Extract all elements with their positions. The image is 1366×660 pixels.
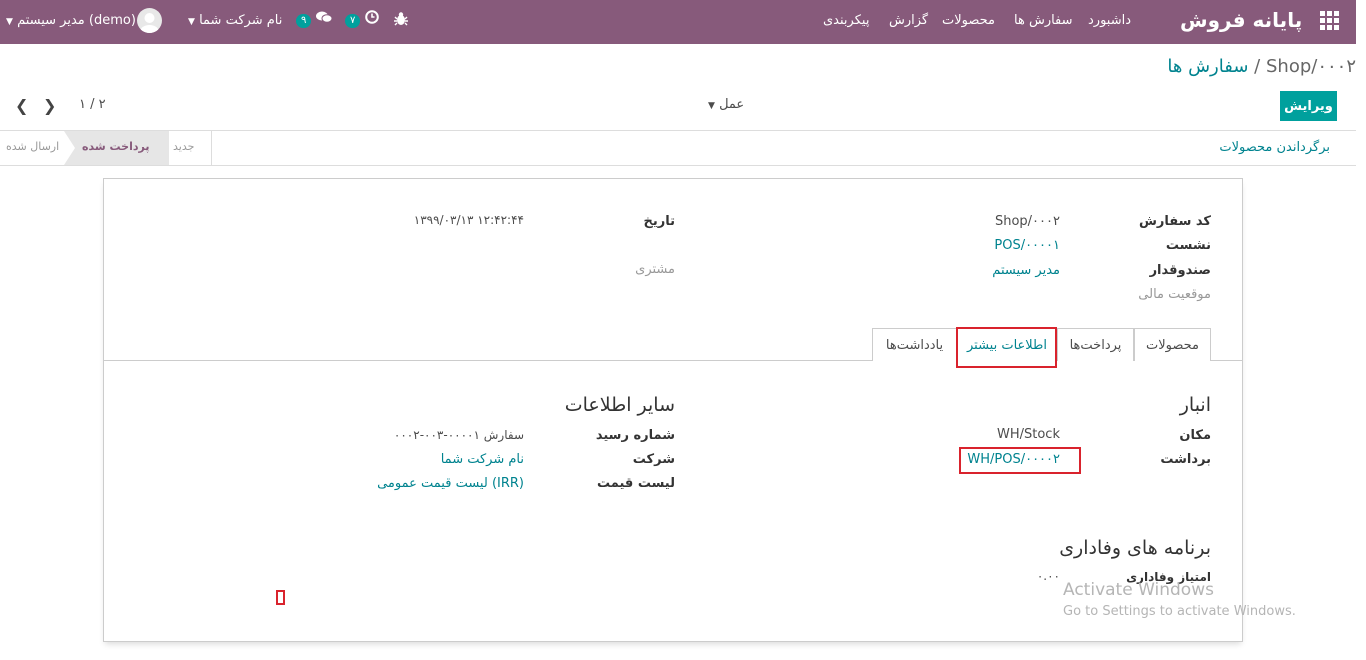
- action-label: عمل: [719, 97, 745, 112]
- breadcrumb-current: Shop/۰۰۰۲: [1265, 56, 1356, 77]
- caret-down-icon: ▼: [188, 17, 195, 27]
- action-dropdown[interactable]: ▼ عمل: [708, 97, 744, 112]
- cashier-link[interactable]: مدیر سیستم: [992, 263, 1060, 278]
- statusbar-divider: [211, 131, 212, 165]
- caret-down-icon: ▼: [6, 17, 13, 27]
- stage-paid: پرداخت شده: [64, 131, 169, 165]
- breadcrumb-orders-link[interactable]: سفارش ها: [1167, 56, 1248, 77]
- user-name: مدیر سیستم (demo): [17, 13, 136, 28]
- loyalty-points-value: ۰.۰۰: [1036, 569, 1060, 583]
- activate-windows-title: Activate Windows: [1063, 580, 1214, 600]
- small-highlight-box: [276, 590, 285, 605]
- clock-icon: [364, 10, 379, 28]
- activate-windows-subtitle: Go to Settings to activate Windows.: [1063, 604, 1296, 619]
- edit-button[interactable]: ویرایش: [1280, 91, 1337, 121]
- pager-next-icon[interactable]: ❯: [43, 96, 56, 115]
- session-label: نشست: [1165, 238, 1211, 253]
- company-name: نام شرکت شما: [199, 13, 283, 28]
- form-sheet: کد سفارش Shop/۰۰۰۲ نشست POS/۰۰۰۰۱ صندوقد…: [103, 178, 1243, 642]
- app-brand[interactable]: پایانه فروش: [1180, 8, 1302, 32]
- tab-products[interactable]: محصولات: [1134, 328, 1211, 361]
- menu-configuration[interactable]: پیکربندی: [823, 13, 869, 28]
- customer-label: مشتری: [635, 262, 675, 277]
- user-avatar[interactable]: [137, 8, 162, 33]
- chat-bubbles-icon: [315, 10, 333, 28]
- debug-bug-icon[interactable]: [394, 11, 408, 35]
- session-link[interactable]: POS/۰۰۰۰۱: [994, 238, 1060, 253]
- caret-down-icon: ▼: [708, 101, 715, 111]
- top-navbar: پایانه فروش داشبورد سفارش ها محصولات گزا…: [0, 0, 1356, 44]
- activity-count-badge: ۷: [345, 13, 361, 28]
- cashier-label: صندوقدار: [1149, 263, 1211, 278]
- pager-value[interactable]: ۱ / ۲: [79, 97, 106, 112]
- stage-paid-label: پرداخت شده: [82, 140, 150, 153]
- apps-grid-icon[interactable]: [1320, 11, 1340, 31]
- company-switcher[interactable]: ▼ نام شرکت شما: [188, 13, 282, 37]
- stage-posted: ارسال شده: [6, 140, 60, 153]
- receipt-label: شماره رسید: [595, 428, 675, 443]
- messaging-menu[interactable]: ۹: [296, 10, 333, 34]
- pricelist-label: لیست قیمت: [597, 476, 675, 491]
- company-link[interactable]: نام شرکت شما: [441, 452, 524, 467]
- breadcrumb-separator: /: [1254, 56, 1261, 77]
- tab-payments[interactable]: پرداخت‌ها: [1057, 328, 1134, 361]
- tab-highlight-box: [956, 327, 1057, 368]
- order-ref-value: Shop/۰۰۰۲: [994, 214, 1060, 229]
- pricelist-link[interactable]: لیست قیمت عمومی (IRR): [377, 476, 524, 491]
- message-count-badge: ۹: [296, 13, 312, 28]
- location-label: مکان: [1179, 428, 1211, 443]
- user-menu[interactable]: ▼ مدیر سیستم (demo): [6, 13, 136, 37]
- receipt-value: سفارش ۰۰۰۰۱-۰۰۳-۰۰۰۲: [393, 428, 524, 442]
- menu-reporting[interactable]: گزارش: [889, 13, 928, 28]
- other-info-title: سایر اطلاعات: [564, 394, 675, 416]
- activity-menu[interactable]: ۷: [345, 10, 379, 34]
- warehouse-title: انبار: [1179, 394, 1211, 416]
- company-label: شرکت: [632, 452, 675, 467]
- picking-label: برداشت: [1160, 452, 1211, 467]
- menu-orders[interactable]: سفارش ها: [1014, 13, 1073, 28]
- menu-products[interactable]: محصولات: [942, 13, 995, 28]
- location-value: WH/Stock: [997, 427, 1060, 442]
- picking-highlight-box: [959, 447, 1081, 474]
- tab-notes[interactable]: یادداشت‌ها: [872, 328, 957, 361]
- fiscal-position-label: موقعیت مالی: [1138, 287, 1211, 302]
- breadcrumb: سفارش ها / Shop/۰۰۰۲: [1167, 56, 1356, 77]
- order-ref-label: کد سفارش: [1138, 214, 1211, 229]
- statusbar: برگرداندن محصولات جدید پرداخت شده ارسال …: [0, 130, 1356, 166]
- menu-dashboard[interactable]: داشبورد: [1088, 13, 1131, 28]
- date-value: ۱۳۹۹/۰۳/۱۳ ۱۲:۴۲:۴۴: [413, 213, 524, 227]
- loyalty-title: برنامه های وفاداری: [1059, 537, 1211, 559]
- return-products-button[interactable]: برگرداندن محصولات: [1219, 140, 1330, 155]
- pager-previous-icon[interactable]: ❮: [15, 96, 28, 115]
- stage-new: جدید: [173, 140, 195, 153]
- date-label: تاریخ: [643, 214, 676, 229]
